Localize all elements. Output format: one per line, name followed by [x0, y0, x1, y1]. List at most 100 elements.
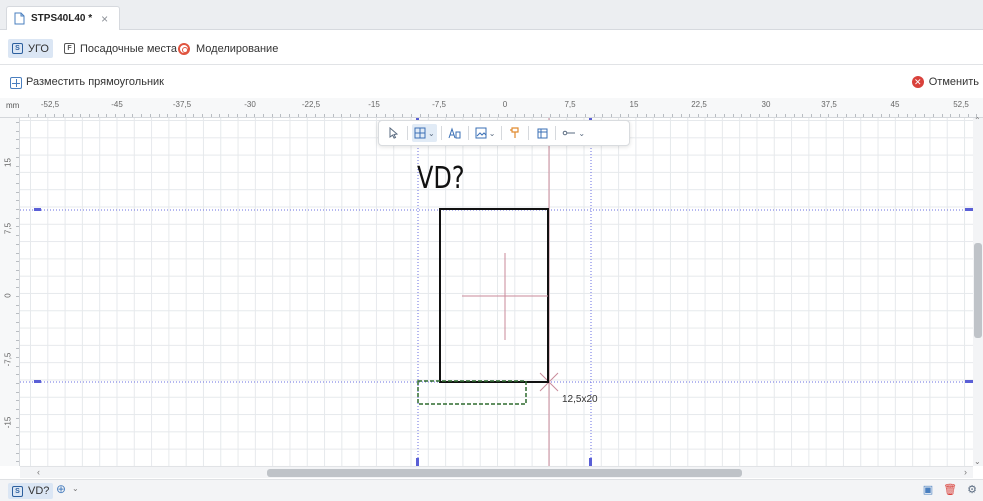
tab-footprints[interactable]: F Посадочные места — [60, 39, 181, 58]
tab-ugo[interactable]: S УГО — [8, 39, 53, 58]
delete-icon[interactable]: 🗑 — [943, 483, 957, 496]
ruler-minor-tick — [358, 114, 360, 117]
ruler-minor-tick — [515, 114, 517, 117]
ruler-minor-tick — [315, 114, 317, 117]
ruler-minor-tick — [489, 114, 491, 117]
ruler-minor-tick — [410, 114, 412, 117]
ruler-minor-tick — [950, 114, 952, 117]
ruler-minor-tick — [271, 114, 273, 117]
guide-marker — [589, 458, 592, 466]
chevron-down-icon: ⌄ — [578, 128, 586, 138]
document-tab[interactable]: STPS40L40 * × — [6, 6, 120, 30]
tab-footprints-label: Посадочные места — [80, 42, 178, 55]
ruler-minor-tick — [16, 374, 19, 376]
ruler-minor-tick — [497, 114, 499, 117]
ruler-minor-tick — [254, 114, 256, 117]
ruler-minor-tick — [16, 226, 19, 228]
scroll-left-icon[interactable]: ‹ — [37, 467, 40, 477]
ruler-minor-tick — [889, 114, 891, 117]
ruler-minor-tick — [16, 235, 19, 237]
ruler-minor-tick — [767, 114, 769, 117]
ruler-minor-tick — [637, 114, 638, 117]
ruler-x-tick: 37,5 — [821, 100, 837, 109]
tab-modeling[interactable]: Моделирование — [174, 39, 282, 58]
ruler-minor-tick — [306, 114, 308, 117]
symbol-tab[interactable]: S VD? — [8, 483, 54, 499]
table-tool-button[interactable] — [533, 124, 551, 142]
ruler-minor-tick — [854, 114, 856, 117]
ruler-minor-tick — [16, 130, 19, 132]
image-tool-icon — [475, 127, 487, 139]
ruler-minor-tick — [584, 114, 586, 117]
ruler-minor-tick — [236, 114, 238, 117]
chevron-down-icon[interactable]: ⌄ — [72, 484, 79, 493]
text-tool-button[interactable] — [446, 124, 464, 142]
ruler-minor-tick — [610, 114, 612, 117]
ruler-minor-tick — [123, 114, 125, 117]
cancel-button[interactable]: ✕ Отменить — [911, 76, 979, 88]
ruler-minor-tick — [36, 114, 38, 117]
vertical-scroll-thumb[interactable] — [974, 243, 982, 338]
ruler-minor-tick — [71, 114, 73, 117]
scroll-down-icon[interactable]: ⌄ — [974, 457, 981, 466]
image-tool-button[interactable]: ⌄ — [473, 124, 498, 142]
ruler-minor-tick — [724, 114, 725, 117]
ruler-minor-tick — [689, 114, 691, 117]
ruler-minor-tick — [16, 417, 19, 419]
scroll-right-icon[interactable]: › — [964, 467, 967, 477]
ruler-y-tick: -15 — [3, 416, 13, 429]
horizontal-scroll-thumb[interactable] — [267, 469, 742, 477]
ruler-minor-tick — [506, 114, 508, 117]
guide-marker — [965, 208, 973, 211]
ruler-minor-tick — [16, 165, 19, 167]
ruler-minor-tick — [932, 114, 934, 117]
schematic-icon: S — [12, 43, 23, 54]
select-tool-button[interactable] — [385, 124, 403, 142]
ruler-minor-tick — [967, 114, 969, 117]
guide-marker — [965, 380, 973, 383]
ruler-minor-tick — [784, 114, 786, 117]
ruler-minor-tick — [16, 365, 19, 367]
schematic-canvas[interactable]: VD? 12,5x20 — [20, 118, 973, 466]
ruler-minor-tick — [16, 322, 19, 324]
ruler-minor-tick — [384, 114, 386, 117]
ruler-minor-tick — [593, 114, 595, 117]
ruler-minor-tick — [88, 114, 90, 117]
toolbar-separator — [407, 126, 408, 140]
ruler-minor-tick — [645, 114, 647, 117]
ruler-minor-tick — [297, 114, 299, 117]
copy-icon[interactable]: ▣ — [923, 483, 933, 496]
ruler-minor-tick — [828, 114, 830, 117]
wire-tool-button[interactable]: ⌄ — [560, 124, 587, 142]
vertical-scrollbar[interactable]: ⌃ ⌄ — [973, 116, 983, 466]
ruler-minor-tick — [323, 114, 325, 117]
ruler-x-tick: -15 — [368, 100, 380, 109]
ruler-minor-tick — [193, 114, 195, 117]
ruler-minor-tick — [367, 114, 369, 117]
add-symbol-icon[interactable]: ⊕ — [56, 482, 66, 496]
ruler-minor-tick — [115, 114, 116, 117]
ruler-minor-tick — [619, 114, 621, 117]
canvas-drawing — [20, 118, 973, 466]
ruler-minor-tick — [141, 114, 143, 117]
rectangle-tool-button[interactable]: ⌄ — [412, 124, 437, 142]
settings-icon[interactable]: ⚙ — [967, 483, 977, 496]
ruler-minor-tick — [341, 114, 343, 117]
ruler-minor-tick — [16, 391, 19, 393]
ruler-minor-tick — [16, 261, 19, 263]
ruler-minor-tick — [16, 191, 19, 193]
document-icon — [14, 12, 25, 25]
modeling-icon — [178, 42, 190, 55]
close-icon[interactable]: × — [101, 12, 108, 26]
designator-label[interactable]: VD? — [417, 161, 465, 196]
ruler-minor-tick — [480, 114, 482, 117]
pin-tool-button[interactable] — [506, 124, 524, 142]
ruler-minor-tick — [16, 409, 19, 411]
ruler-minor-tick — [680, 114, 682, 117]
ruler-minor-tick — [924, 114, 926, 117]
ruler-minor-tick — [393, 114, 395, 117]
ruler-minor-tick — [915, 114, 917, 117]
scroll-up-icon[interactable]: ⌃ — [974, 116, 981, 125]
symbol-tab-label: VD? — [28, 485, 50, 497]
horizontal-scrollbar[interactable]: ‹ › — [20, 466, 973, 478]
